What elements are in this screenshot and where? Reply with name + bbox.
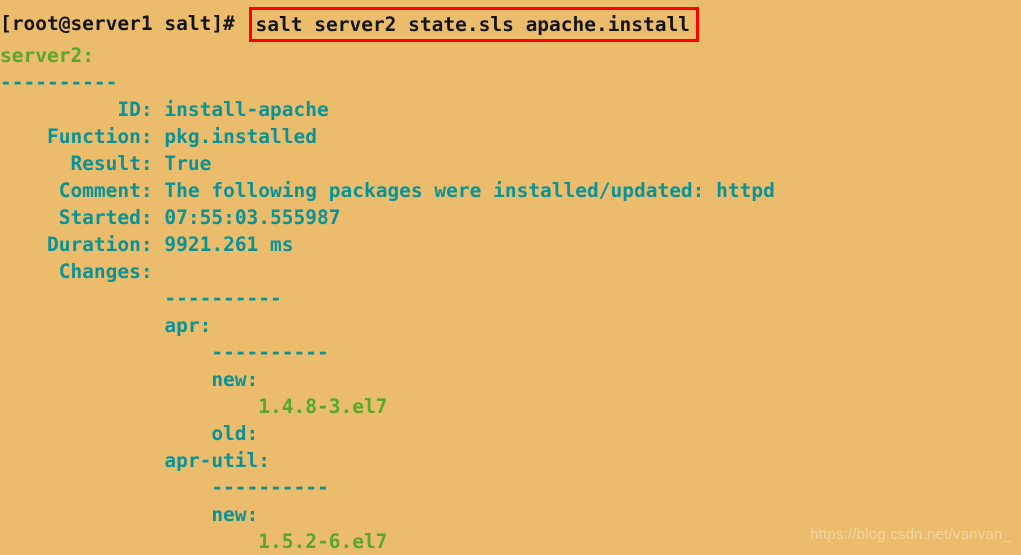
state-field-function-label: Function:	[0, 125, 165, 148]
state-field-duration: Duration: 9921.261 ms	[0, 231, 1021, 258]
package-apr-new-value: 1.4.8-3.el7	[0, 395, 388, 418]
state-field-started-value: 07:55:03.555987	[164, 206, 341, 229]
package-separator-apr-util: ----------	[0, 476, 329, 499]
terminal-window: [root@server1 salt]# salt server2 state.…	[0, 0, 1021, 553]
command-prompt-line: [root@server1 salt]# salt server2 state.…	[0, 4, 1021, 42]
state-field-changes: Changes:	[0, 258, 1021, 285]
state-field-id-value: install-apache	[164, 98, 329, 121]
package-name-apr: apr:	[0, 314, 212, 337]
state-field-changes-label: Changes:	[0, 260, 165, 283]
watermark: https://blog.csdn.net/vanvan_	[810, 526, 1011, 543]
highlighted-command[interactable]: salt server2 state.sls apache.install	[248, 7, 699, 42]
separator-top: ----------	[0, 71, 118, 94]
state-field-result-value: True	[164, 152, 212, 175]
command-box-wrapper: salt server2 state.sls apache.install	[247, 5, 699, 44]
package-separator-apr: ----------	[0, 341, 329, 364]
state-field-function: Function: pkg.installed	[0, 123, 1021, 150]
state-field-duration-value: 9921.261 ms	[164, 233, 294, 256]
package-apr-util-new-key: new:	[0, 503, 259, 526]
state-field-result: Result: True	[0, 150, 1021, 177]
package-apr-new-key: new:	[0, 368, 259, 391]
state-field-id: ID: install-apache	[0, 96, 1021, 123]
package-apr-old-key: old:	[0, 422, 259, 445]
state-field-function-value: pkg.installed	[164, 125, 317, 148]
state-field-result-label: Result:	[0, 152, 165, 175]
shell-prompt: [root@server1 salt]#	[0, 12, 247, 35]
state-field-started-label: Started:	[0, 206, 165, 229]
state-field-comment-value: The following packages were installed/up…	[164, 179, 775, 202]
state-field-comment-label: Comment:	[0, 179, 165, 202]
state-field-id-label: ID:	[0, 98, 165, 121]
package-name-apr-util: apr-util:	[0, 449, 271, 472]
minion-id: server2:	[0, 44, 94, 67]
state-field-comment: Comment: The following packages were ins…	[0, 177, 1021, 204]
changes-separator: ----------	[0, 287, 282, 310]
state-field-started: Started: 07:55:03.555987	[0, 204, 1021, 231]
state-field-duration-label: Duration:	[0, 233, 165, 256]
